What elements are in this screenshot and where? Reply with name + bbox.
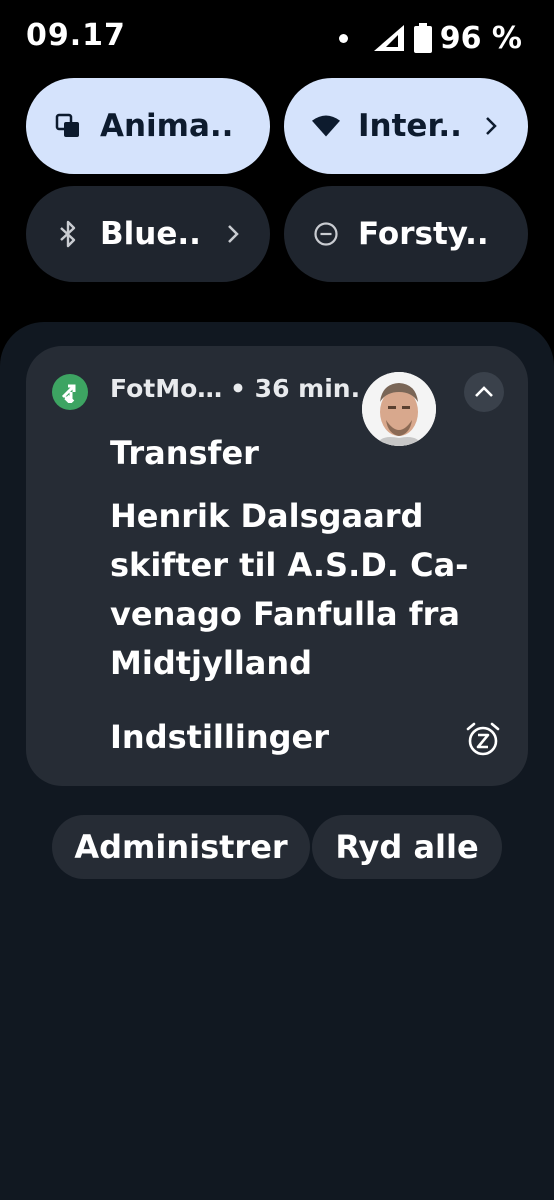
tile-label: Inter.. xyxy=(358,108,462,144)
tile-label: Forsty.. xyxy=(358,216,489,252)
tile-screen-cast[interactable]: Anima.. xyxy=(26,78,270,174)
status-bar: 09.17 96 % xyxy=(0,0,554,80)
chevron-up-icon xyxy=(475,386,493,397)
app-name: FotMo… xyxy=(110,374,223,403)
fotmob-transfer-icon xyxy=(52,374,88,410)
battery-percent: 96 % xyxy=(439,20,522,56)
snooze-icon[interactable] xyxy=(464,720,502,758)
notification-body-line: Henrik Dalsgaard xyxy=(110,497,424,535)
notification-body-line: Midtjylland xyxy=(110,644,313,682)
screen-cast-icon xyxy=(54,112,82,140)
chevron-right-icon[interactable] xyxy=(224,220,242,248)
tile-label: Blue.. xyxy=(100,216,201,252)
notification-card[interactable]: FotMo… • 36 min. Transfer Henrik Dalsgaa… xyxy=(26,346,528,786)
manage-button[interactable]: Administrer xyxy=(52,815,310,879)
collapse-button[interactable] xyxy=(464,372,504,412)
tile-do-not-disturb[interactable]: Forsty.. xyxy=(284,186,528,282)
chevron-right-icon[interactable] xyxy=(482,112,500,140)
notification-time: • 36 min. xyxy=(230,374,361,403)
avatar xyxy=(362,372,436,446)
bluetooth-icon xyxy=(54,220,82,248)
notification-title: Transfer xyxy=(110,434,259,472)
notification-shade-screen: 09.17 96 % Anima.. Inter.. Blue.. Forsty… xyxy=(0,0,554,1200)
notification-dot-icon xyxy=(338,33,348,43)
tile-bluetooth[interactable]: Blue.. xyxy=(26,186,270,282)
wifi-icon xyxy=(312,112,340,140)
tile-label: Anima.. xyxy=(100,108,234,144)
battery-icon xyxy=(413,23,432,53)
clear-all-button[interactable]: Ryd alle xyxy=(312,815,502,879)
cellular-signal-icon xyxy=(373,25,404,51)
notification-body-line: skifter til A.S.D. Ca- xyxy=(110,546,469,584)
status-icons: 96 % xyxy=(338,18,522,58)
clock: 09.17 xyxy=(26,18,126,53)
notification-body: Henrik Dalsgaard skifter til A.S.D. Ca- … xyxy=(110,492,470,688)
settings-action-button[interactable]: Indstillinger xyxy=(110,718,329,756)
notification-body-line: venago Fanfulla fra xyxy=(110,595,460,633)
tile-internet[interactable]: Inter.. xyxy=(284,78,528,174)
do-not-disturb-icon xyxy=(312,220,340,248)
